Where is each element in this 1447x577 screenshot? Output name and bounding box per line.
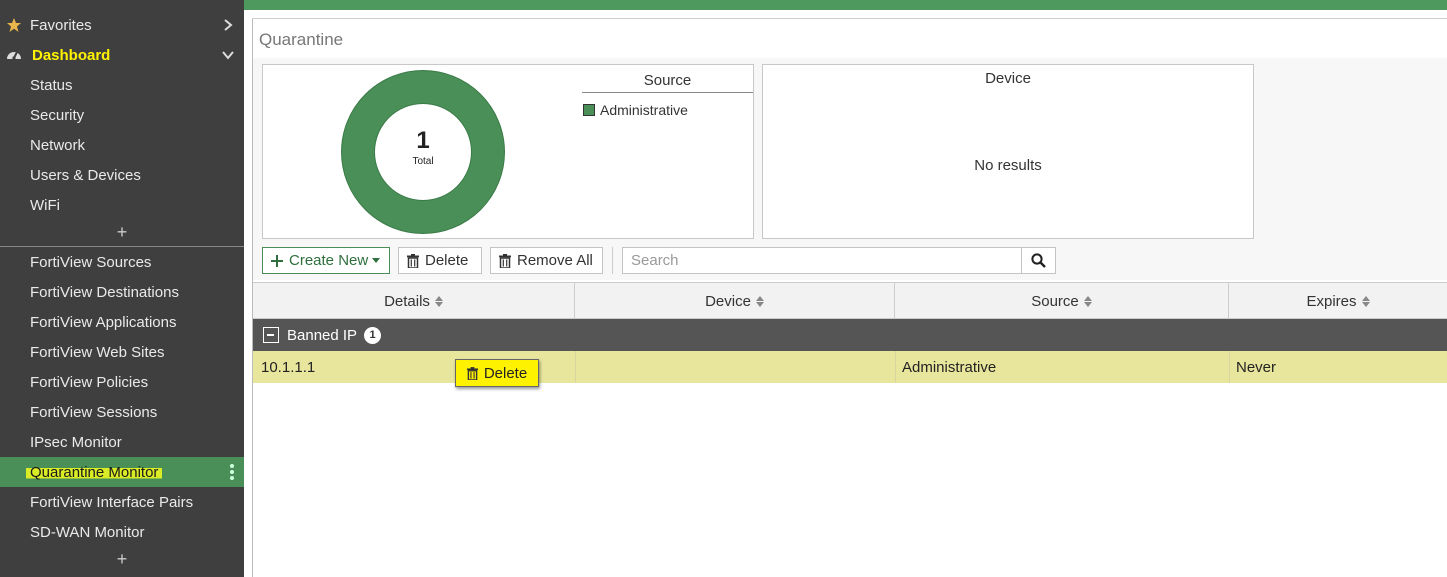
sidebar-item-ipsec-monitor[interactable]: IPsec Monitor	[0, 427, 244, 457]
column-header-device[interactable]: Device	[575, 283, 895, 319]
sidebar-item-fortiview-web-sites[interactable]: FortiView Web Sites	[0, 337, 244, 367]
sidebar-dashboard[interactable]: Dashboard	[0, 40, 244, 70]
create-new-label: Create New	[289, 252, 369, 269]
cell-source: Administrative	[902, 358, 997, 376]
sidebar-item-wifi[interactable]: WiFi	[0, 190, 244, 220]
sort-icon	[1361, 295, 1370, 307]
add-monitor-button[interactable]: +	[0, 547, 244, 571]
column-header-label: Source	[1031, 292, 1079, 310]
sidebar-item-label: FortiView Web Sites	[30, 343, 165, 361]
sidebar-item-sd-wan-monitor[interactable]: SD-WAN Monitor	[0, 517, 244, 547]
chevron-right-icon	[224, 19, 233, 31]
column-divider	[1229, 351, 1230, 383]
top-banner	[244, 0, 1447, 10]
search-button[interactable]	[1021, 247, 1056, 274]
column-header-source[interactable]: Source	[895, 283, 1229, 319]
sidebar-item-label: Security	[30, 106, 85, 124]
sidebar-item-label: Quarantine Monitor	[26, 463, 163, 481]
sidebar-item-label: IPsec Monitor	[30, 433, 122, 451]
remove-all-button[interactable]: Remove All	[490, 247, 603, 274]
sidebar-item-status[interactable]: Status	[0, 70, 244, 100]
caret-down-icon	[372, 258, 381, 263]
search-input[interactable]	[622, 247, 1022, 274]
sidebar-item-fortiview-sources[interactable]: FortiView Sources	[0, 247, 244, 277]
sidebar-item-fortiview-destinations[interactable]: FortiView Destinations	[0, 277, 244, 307]
sidebar-item-label: FortiView Policies	[30, 373, 149, 391]
sidebar-dashboard-label: Dashboard	[32, 46, 111, 64]
column-header-label: Details	[384, 292, 430, 310]
column-divider	[575, 351, 576, 383]
column-header-details[interactable]: Details	[253, 283, 575, 319]
trash-icon	[499, 253, 511, 268]
search-icon	[1031, 253, 1046, 268]
sidebar-item-label: Network	[30, 136, 86, 154]
add-dashboard-button[interactable]: +	[0, 220, 244, 244]
legend-swatch	[583, 104, 595, 116]
row-delete-button[interactable]: Delete	[455, 359, 539, 387]
sort-icon	[434, 295, 443, 307]
create-new-button[interactable]: Create New	[262, 247, 390, 274]
sidebar-item-label: Status	[30, 76, 73, 94]
dashboard-gauge-icon	[7, 51, 21, 60]
column-header-label: Expires	[1306, 292, 1357, 310]
column-divider	[895, 351, 896, 383]
sidebar-item-label: SD-WAN Monitor	[30, 523, 145, 541]
toolbar-divider	[612, 247, 613, 274]
sidebar-item-label: FortiView Sources	[30, 253, 152, 271]
sidebar-item-users-devices[interactable]: Users & Devices	[0, 160, 244, 190]
sidebar-item-fortiview-interface-pairs[interactable]: FortiView Interface Pairs	[0, 487, 244, 517]
row-delete-label: Delete	[483, 364, 528, 382]
legend-item-label: Administrative	[600, 102, 688, 118]
donut-total-value: 1	[416, 127, 430, 154]
sort-icon	[1083, 295, 1092, 307]
group-row-banned-ip[interactable]: Banned IP 1	[253, 319, 1447, 351]
device-widget-title: Device	[985, 70, 1031, 87]
collapse-group-icon[interactable]	[263, 327, 279, 343]
sort-icon	[755, 295, 764, 307]
sidebar-item-label: FortiView Applications	[30, 313, 177, 331]
device-empty-text: No results	[974, 157, 1042, 174]
sidebar-item-label: FortiView Interface Pairs	[30, 493, 194, 511]
column-header-label: Device	[705, 292, 751, 310]
sidebar-item-quarantine-monitor[interactable]: Quarantine Monitor	[0, 457, 244, 487]
sidebar-favorites[interactable]: Favorites	[0, 10, 244, 40]
device-widget	[762, 64, 1254, 239]
sidebar-favorites-label: Favorites	[30, 16, 92, 34]
delete-button-label: Delete	[425, 252, 469, 269]
sidebar-item-fortiview-applications[interactable]: FortiView Applications	[0, 307, 244, 337]
sidebar-item-label: WiFi	[30, 196, 60, 214]
sidebar-item-label: FortiView Destinations	[30, 283, 179, 301]
cell-details: 10.1.1.1	[261, 358, 316, 376]
more-options-icon[interactable]	[230, 464, 234, 480]
plus-icon	[271, 254, 283, 267]
cell-expires: Never	[1236, 358, 1277, 376]
sidebar-item-fortiview-sessions[interactable]: FortiView Sessions	[0, 397, 244, 427]
column-header-expires[interactable]: Expires	[1229, 283, 1447, 319]
sidebar-item-fortiview-policies[interactable]: FortiView Policies	[0, 367, 244, 397]
sidebar-item-label: Users & Devices	[30, 166, 141, 184]
sidebar: Favorites Dashboard Status Security Netw…	[0, 0, 244, 577]
table-row[interactable]: 10.1.1.1 Administrative Never	[253, 351, 1447, 383]
chevron-down-icon	[222, 51, 234, 60]
delete-button[interactable]: Delete	[398, 247, 482, 274]
donut-total-label: Total	[412, 156, 434, 167]
content-top-border	[252, 18, 1447, 19]
trash-icon	[407, 253, 419, 268]
legend-item-administrative[interactable]: Administrative	[583, 102, 688, 118]
star-icon	[7, 18, 21, 32]
table-header: Details Device Source Expires	[253, 282, 1447, 319]
legend-title: Source	[582, 72, 753, 93]
group-count-badge: 1	[364, 326, 382, 344]
remove-all-label: Remove All	[517, 252, 593, 269]
page-title: Quarantine	[259, 30, 344, 49]
trash-icon	[466, 366, 478, 380]
group-label: Banned IP	[287, 326, 358, 344]
sidebar-item-security[interactable]: Security	[0, 100, 244, 130]
sidebar-item-label: FortiView Sessions	[30, 403, 158, 421]
sidebar-item-network[interactable]: Network	[0, 130, 244, 160]
